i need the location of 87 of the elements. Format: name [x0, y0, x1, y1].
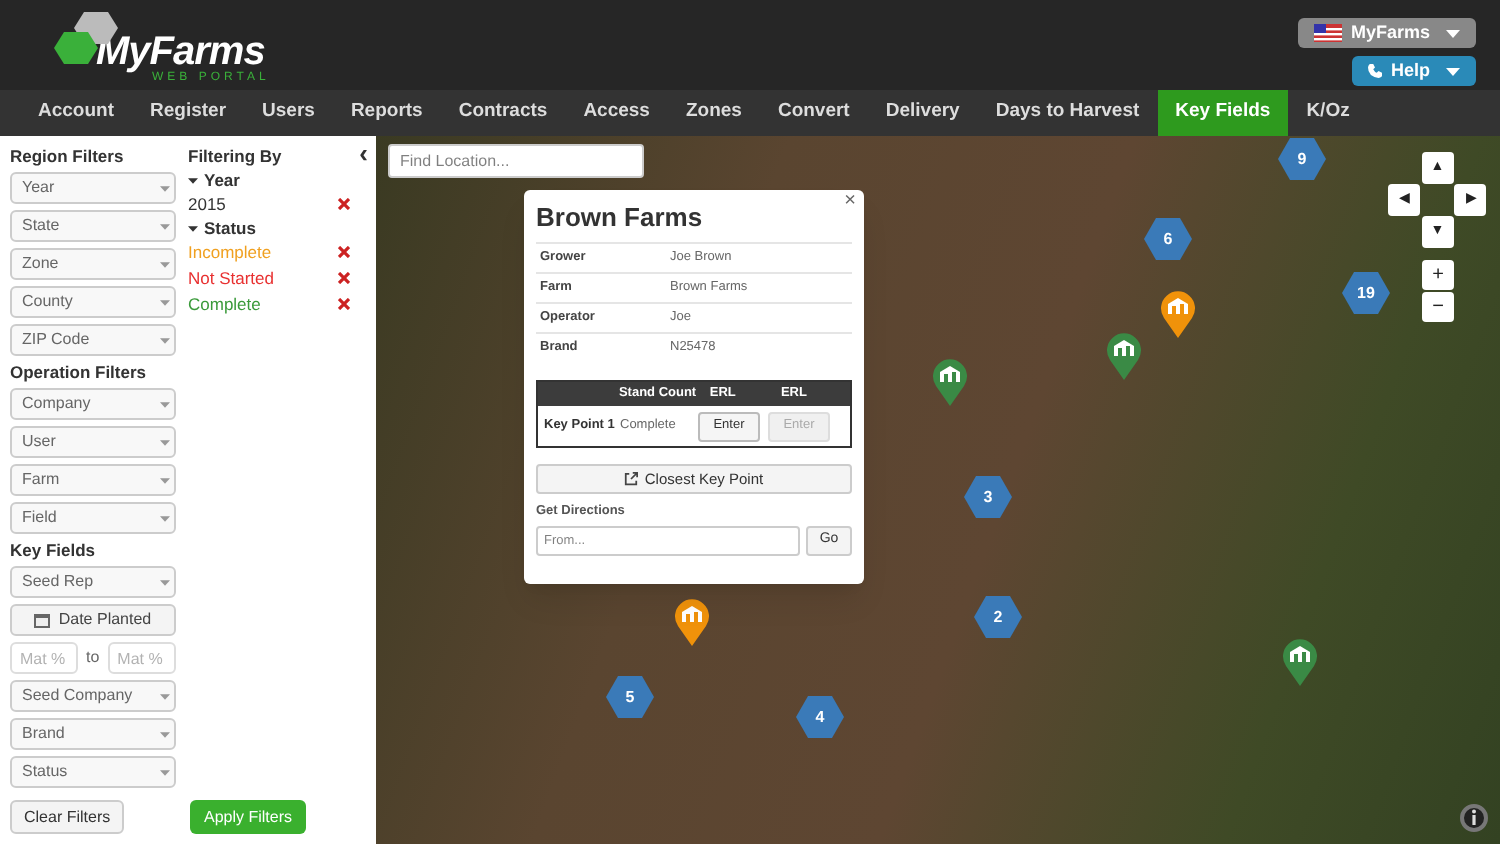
- nav-tab[interactable]: Reports: [332, 90, 441, 136]
- section-heading: Filtering By: [188, 146, 282, 166]
- nav-tab[interactable]: Key Fields: [1157, 90, 1289, 136]
- cluster-marker[interactable]: 5: [606, 676, 654, 718]
- remove-icon[interactable]: [338, 298, 350, 310]
- select-dropdown[interactable]: Field: [10, 502, 176, 534]
- account-menu-button[interactable]: MyFarms: [1298, 18, 1476, 48]
- caret-icon: [160, 401, 170, 407]
- caret-icon: [1446, 67, 1460, 75]
- select-dropdown[interactable]: Zone: [10, 248, 176, 280]
- caret-icon: [160, 477, 170, 483]
- map-pin-icon[interactable]: [1282, 638, 1318, 686]
- remove-icon[interactable]: [338, 272, 350, 284]
- caret-icon: [1446, 29, 1460, 37]
- filter-value: Incomplete: [188, 240, 272, 264]
- nav-tab[interactable]: Zones: [667, 90, 760, 136]
- collapse-button[interactable]: ‹: [359, 140, 368, 166]
- select-dropdown[interactable]: State: [10, 210, 176, 242]
- cluster-marker[interactable]: 19: [1342, 272, 1390, 314]
- nav-tab[interactable]: Account: [20, 90, 132, 136]
- filter-value: Complete: [188, 292, 261, 316]
- caret-icon: [188, 226, 198, 232]
- nav-tab[interactable]: Days to Harvest: [977, 90, 1158, 136]
- select-dropdown[interactable]: Year: [10, 172, 176, 204]
- date-picker-button[interactable]: Date Planted: [10, 604, 176, 636]
- section-heading: Key Fields: [10, 540, 98, 560]
- search-field[interactable]: Find Location...: [388, 144, 644, 178]
- map-pin-icon[interactable]: [1106, 332, 1142, 380]
- caret-icon: [160, 731, 170, 737]
- select-dropdown[interactable]: Status: [10, 756, 176, 788]
- select-dropdown[interactable]: Company: [10, 388, 176, 420]
- input-field[interactable]: Mat %: [107, 642, 176, 674]
- cluster-marker[interactable]: 2: [974, 596, 1022, 638]
- section-heading: Region Filters: [10, 146, 126, 166]
- calendar-icon: [34, 612, 51, 628]
- cluster-marker[interactable]: 4: [796, 696, 844, 738]
- close-button[interactable]: ×: [844, 192, 856, 212]
- section-heading: Operation Filters: [10, 362, 149, 382]
- select-dropdown[interactable]: Brand: [10, 718, 176, 750]
- caret-icon: [160, 769, 170, 775]
- info-icon[interactable]: [1460, 804, 1488, 832]
- external-link-icon: [624, 472, 639, 486]
- filter-group-label: Status: [204, 218, 256, 240]
- input-field[interactable]: Mat %: [10, 642, 78, 674]
- select-dropdown[interactable]: User: [10, 426, 176, 458]
- nav-tab[interactable]: Access: [565, 90, 668, 136]
- nav-tab[interactable]: K/Oz: [1288, 90, 1368, 136]
- nav-tab[interactable]: Register: [132, 90, 245, 136]
- filter-value: Not Started: [188, 266, 274, 290]
- filter-value: 2015: [188, 192, 226, 216]
- nav-tab[interactable]: Delivery: [867, 90, 978, 136]
- cluster-marker[interactable]: 6: [1144, 218, 1192, 260]
- caret-icon: [160, 185, 170, 191]
- popup-title: Brown Farms: [536, 202, 705, 234]
- zoom-button[interactable]: −: [1422, 292, 1454, 322]
- select-dropdown[interactable]: Seed Rep: [10, 566, 176, 598]
- cluster-marker[interactable]: 3: [964, 476, 1012, 518]
- caret-icon: [160, 261, 170, 267]
- cluster-marker[interactable]: 9: [1278, 138, 1326, 180]
- map-pin-icon[interactable]: [1160, 290, 1196, 338]
- caret-icon: [188, 178, 198, 184]
- zoom-button[interactable]: +: [1422, 260, 1454, 290]
- caret-icon: [160, 337, 170, 343]
- caret-icon: [160, 693, 170, 699]
- map-pin-icon[interactable]: [932, 358, 968, 406]
- nav-tab[interactable]: Convert: [759, 90, 868, 136]
- select-dropdown[interactable]: Seed Company: [10, 680, 176, 712]
- phone-icon: [1368, 64, 1383, 78]
- caret-icon: [160, 579, 170, 585]
- select-dropdown[interactable]: Farm: [10, 464, 176, 496]
- help-menu-button[interactable]: Help: [1352, 56, 1476, 86]
- select-dropdown[interactable]: County: [10, 286, 176, 318]
- filter-group-label: Year: [204, 170, 240, 192]
- caret-icon: [160, 439, 170, 445]
- clear-filters-button[interactable]: Clear Filters: [10, 800, 125, 834]
- select-dropdown[interactable]: ZIP Code: [10, 324, 176, 356]
- caret-icon: [160, 223, 170, 229]
- flag-icon: [1314, 24, 1343, 42]
- remove-icon[interactable]: [338, 198, 350, 210]
- caret-icon: [160, 299, 170, 305]
- remove-icon[interactable]: [338, 246, 350, 258]
- caret-icon: [160, 515, 170, 521]
- nav-tab[interactable]: Users: [244, 90, 333, 136]
- nav-tab[interactable]: Contracts: [440, 90, 566, 136]
- range-separator: to: [86, 646, 100, 670]
- logo-title: MyFarms: [96, 32, 265, 72]
- map-pin-icon[interactable]: [674, 598, 710, 646]
